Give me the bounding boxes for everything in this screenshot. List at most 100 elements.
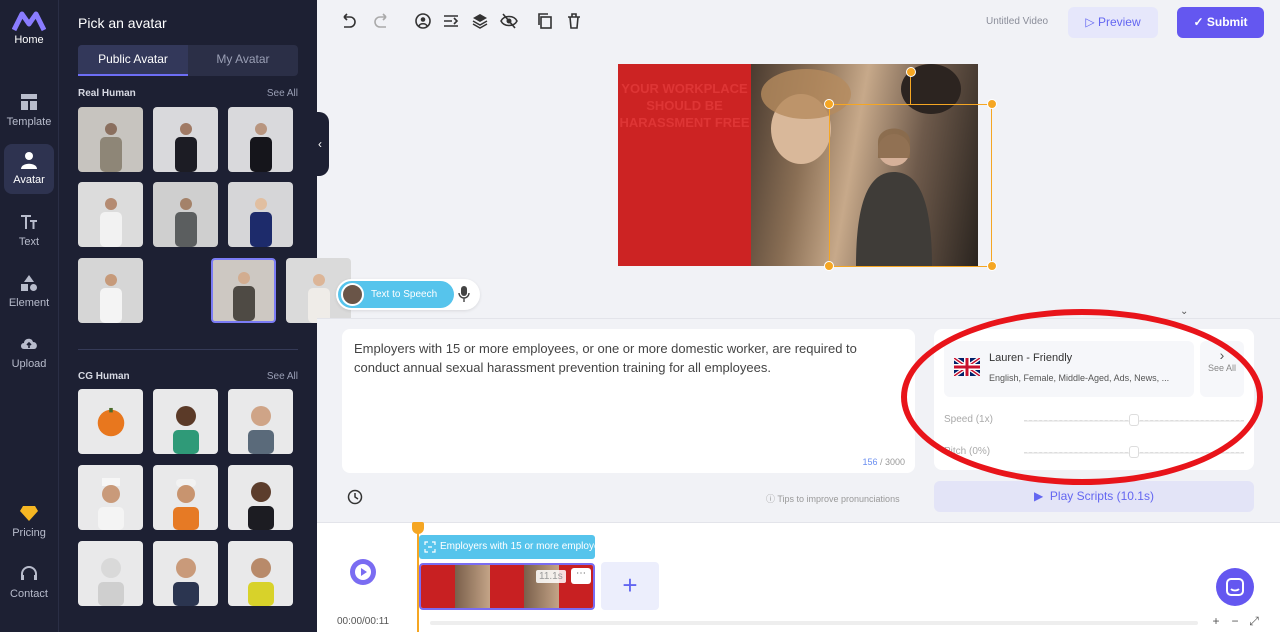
avatar-thumb[interactable]: [153, 465, 218, 530]
resize-handle[interactable]: [987, 99, 997, 109]
microphone-icon[interactable]: [458, 286, 470, 302]
playhead[interactable]: [417, 524, 419, 632]
section-divider: [78, 349, 298, 350]
redo-icon[interactable]: [373, 12, 391, 30]
text-icon: [21, 215, 37, 229]
avatar-thumb[interactable]: [78, 182, 143, 247]
canvas-overlay-text: YOUR WORKPLACE SHOULD BE HARASSMENT FREE: [619, 81, 750, 130]
rail-home[interactable]: Home: [0, 34, 58, 46]
avatar-thumb[interactable]: [78, 258, 143, 323]
element-icon: [21, 275, 37, 291]
rail-contact[interactable]: Contact: [0, 564, 58, 600]
play-scripts-button[interactable]: ▶ Play Scripts (10.1s): [934, 481, 1254, 512]
avatar-icon: [21, 152, 37, 169]
avatar-thumb[interactable]: [228, 465, 293, 530]
collapse-panel-button[interactable]: ‹: [311, 112, 329, 176]
chevron-left-icon: ‹: [318, 137, 322, 151]
real-human-see-all[interactable]: See All: [267, 88, 298, 99]
real-human-label: Real Human: [78, 88, 136, 99]
preview-button[interactable]: ▷ Preview: [1068, 7, 1158, 38]
clock-icon[interactable]: [347, 489, 363, 505]
align-icon[interactable]: [442, 12, 460, 30]
rail-text[interactable]: Text: [0, 212, 58, 248]
submit-button[interactable]: ✓ Submit: [1177, 7, 1264, 38]
avatar-thumb[interactable]: [153, 107, 218, 172]
playhead-handle[interactable]: [412, 522, 424, 534]
fit-icon[interactable]: ⤢: [1247, 614, 1261, 628]
zoom-in-icon[interactable]: +: [1209, 614, 1223, 628]
avatar-thumb[interactable]: [78, 541, 143, 606]
rail-element[interactable]: Element: [0, 273, 58, 309]
diamond-icon: [20, 506, 38, 521]
rotate-line: [910, 77, 911, 104]
rail-upload[interactable]: Upload: [0, 334, 58, 370]
app-logo-icon[interactable]: [12, 10, 46, 32]
clip-script-label[interactable]: Employers with 15 or more employees, or …: [419, 535, 595, 559]
avatar-thumb[interactable]: [153, 541, 218, 606]
check-icon: ✓: [1193, 15, 1207, 29]
add-scene-button[interactable]: +: [601, 562, 659, 610]
timeline-scrollbar[interactable]: [430, 621, 1198, 625]
avatar-thumb[interactable]: [153, 389, 218, 454]
annotation-circle: [901, 309, 1263, 485]
time-readout: 00:00/00:11: [337, 616, 390, 627]
avatar-panel: Pick an avatar Public Avatar My Avatar R…: [58, 0, 351, 632]
chat-icon: [1226, 578, 1244, 596]
play-icon: ▶: [1034, 489, 1050, 503]
pronunciation-tips-link[interactable]: ⓘ Tips to improve pronunciations: [766, 492, 900, 505]
delete-icon[interactable]: [565, 12, 583, 30]
cg-human-label: CG Human: [78, 371, 130, 382]
avatar-selection-box[interactable]: [829, 104, 992, 267]
resize-handle[interactable]: [824, 261, 834, 271]
rail-template[interactable]: Template: [0, 92, 58, 128]
avatar-thumb[interactable]: [153, 182, 218, 247]
rail-pricing[interactable]: Pricing: [0, 503, 58, 539]
script-textbox[interactable]: Employers with 15 or more employees, or …: [342, 329, 915, 473]
undo-icon[interactable]: [339, 12, 357, 30]
avatar-thumb-selected[interactable]: [211, 258, 276, 323]
timeline-play-button[interactable]: [350, 559, 376, 585]
chat-support-button[interactable]: [1216, 568, 1254, 606]
avatar-thumb[interactable]: [228, 182, 293, 247]
panel-title: Pick an avatar: [78, 15, 167, 31]
resize-handle[interactable]: [824, 99, 834, 109]
avatar-settings-icon[interactable]: [414, 12, 432, 30]
rotate-handle[interactable]: [906, 67, 916, 77]
zoom-out-icon[interactable]: −: [1228, 614, 1242, 628]
tts-avatar: [341, 283, 364, 306]
resize-handle[interactable]: [987, 261, 997, 271]
text-scan-icon: [424, 541, 436, 553]
info-icon: ⓘ: [766, 494, 778, 504]
more-options-icon[interactable]: ⋯: [571, 568, 591, 584]
play-outline-icon: ▷: [1085, 15, 1098, 29]
tab-public-avatar[interactable]: Public Avatar: [78, 45, 188, 76]
avatar-thumb[interactable]: [78, 107, 143, 172]
layers-icon[interactable]: [471, 12, 489, 30]
avatar-thumb[interactable]: [228, 389, 293, 454]
hide-icon[interactable]: [500, 12, 518, 30]
template-icon: [21, 94, 37, 110]
char-counter: 156 / 3000: [862, 457, 905, 467]
chevron-down-icon[interactable]: ⌄: [1180, 306, 1188, 317]
avatar-thumb[interactable]: [78, 465, 143, 530]
avatar-tabs: Public Avatar My Avatar: [78, 45, 298, 76]
headset-icon: [21, 566, 37, 580]
top-toolbar: Untitled Video ▷ Preview ✓ Submit: [317, 0, 1280, 44]
cg-human-see-all[interactable]: See All: [267, 371, 298, 382]
tts-toggle: Text to Speech: [336, 279, 480, 310]
rail-avatar[interactable]: Avatar: [4, 144, 54, 194]
upload-cloud-icon: [21, 338, 37, 349]
video-title[interactable]: Untitled Video: [986, 16, 1048, 27]
clip-duration: 11.1s: [536, 570, 566, 583]
avatar-thumb[interactable]: [78, 389, 143, 454]
left-rail: Home Template Avatar Text Element Upload…: [0, 0, 58, 632]
avatar-thumb[interactable]: [228, 541, 293, 606]
timeline-clip[interactable]: [419, 563, 595, 610]
avatar-thumb[interactable]: [228, 107, 293, 172]
play-icon: [355, 564, 371, 580]
duplicate-icon[interactable]: [536, 12, 554, 30]
tts-button[interactable]: Text to Speech: [338, 281, 454, 308]
plus-icon: +: [622, 570, 638, 600]
script-text[interactable]: Employers with 15 or more employees, or …: [354, 339, 894, 377]
tab-my-avatar[interactable]: My Avatar: [188, 45, 298, 76]
